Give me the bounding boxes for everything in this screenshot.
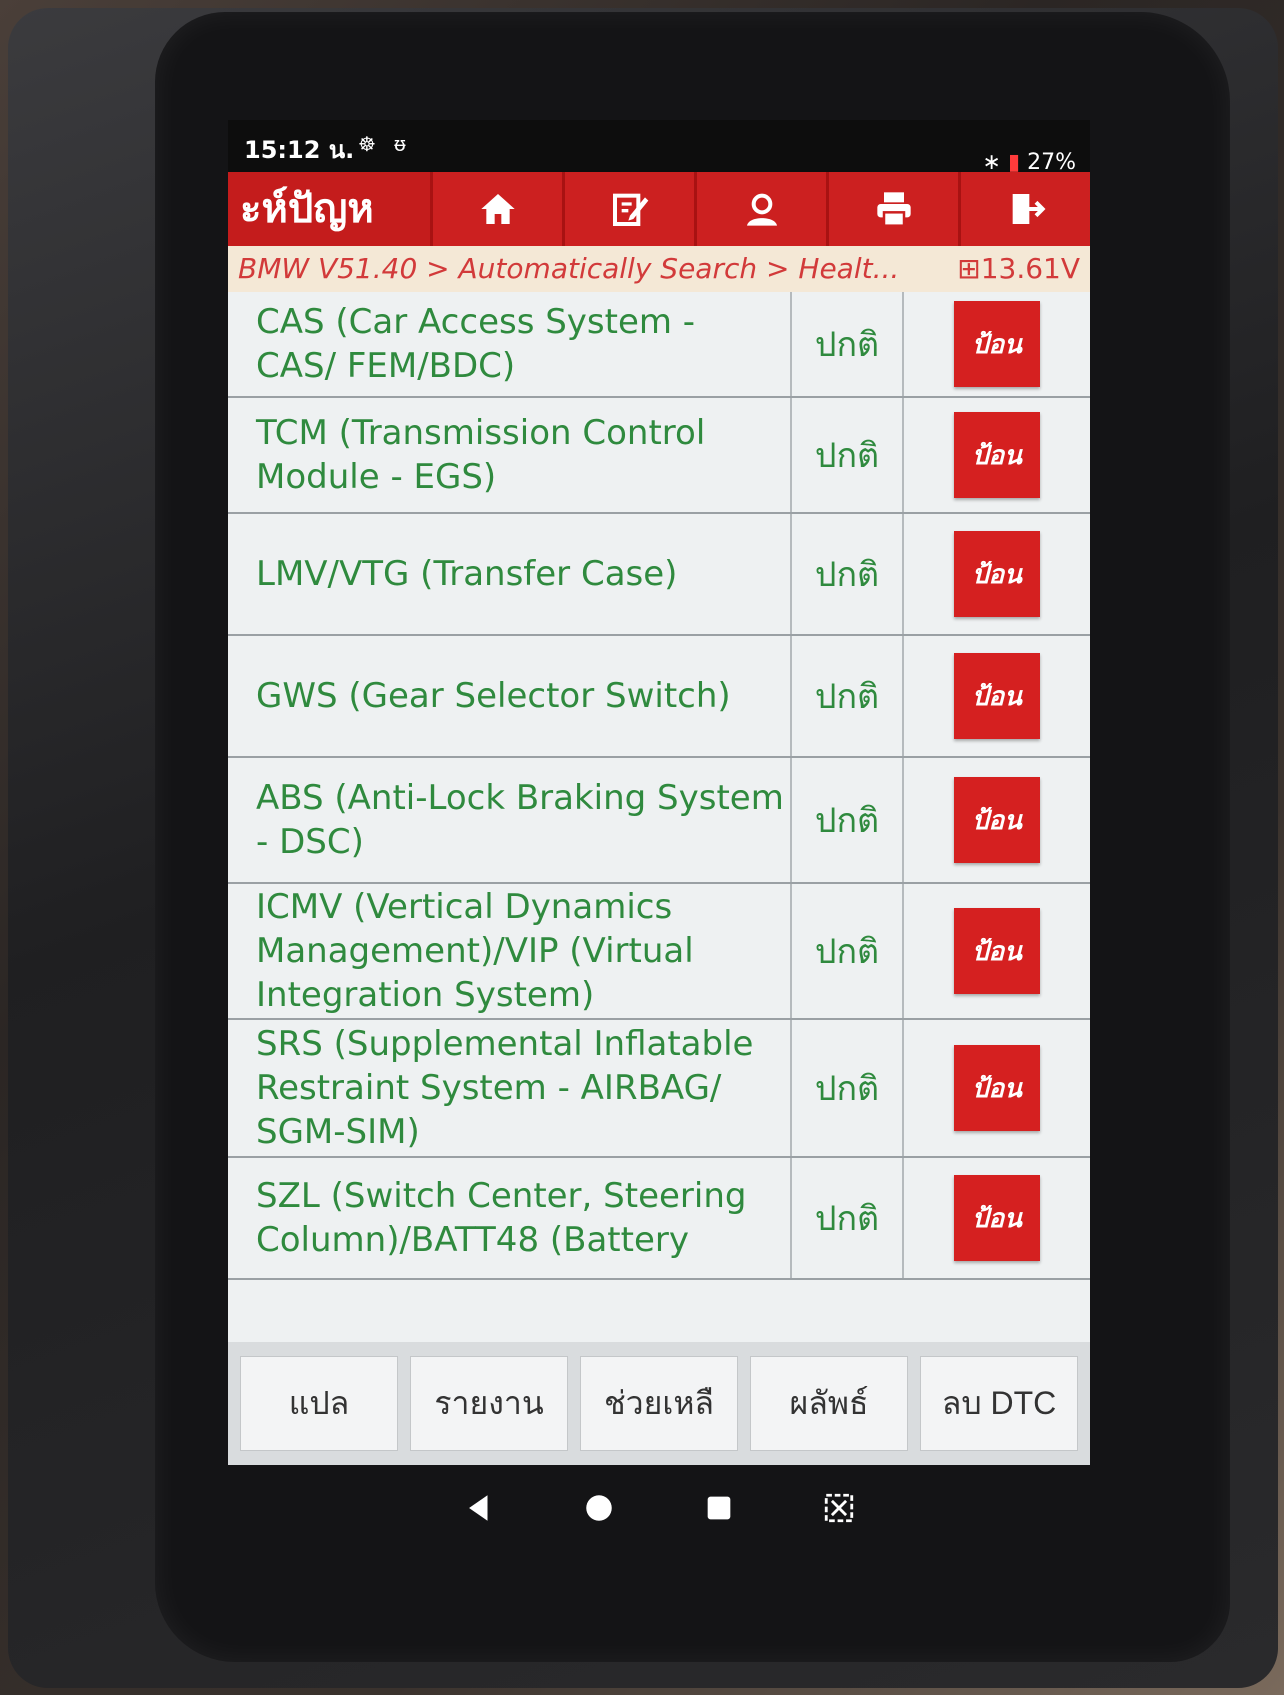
status-time: 15:12 น.	[244, 136, 355, 164]
enter-button[interactable]: ป้อน	[954, 531, 1040, 617]
recents-button[interactable]	[699, 1488, 739, 1528]
system-status: ปกติ	[792, 514, 904, 634]
edit-note-button[interactable]	[562, 172, 694, 246]
system-status: ปกติ	[792, 1020, 904, 1156]
enter-button[interactable]: ป้อน	[954, 412, 1040, 498]
list-item: LMV/VTG (Transfer Case) ปกติ ป้อน	[228, 514, 1090, 636]
header-title: ะห์ปัญห	[240, 186, 374, 232]
device-screen: 15:12 น. ☸ ᵿ ∗ ▮ 27% ะห์ปัญห BMW V51.40 …	[228, 120, 1090, 1465]
back-button[interactable]	[459, 1488, 499, 1528]
system-status: ปกติ	[792, 758, 904, 882]
list-item: GWS (Gear Selector Switch) ปกติ ป้อน	[228, 636, 1090, 758]
home-icon	[480, 194, 515, 224]
system-name: SZL (Switch Center, Steering Column)/BAT…	[228, 1158, 792, 1278]
list-item: SZL (Switch Center, Steering Column)/BAT…	[228, 1158, 1090, 1280]
home-nav-button[interactable]	[579, 1488, 619, 1528]
home-circle-icon	[586, 1495, 612, 1521]
exit-icon	[1012, 194, 1045, 224]
screenshot-button[interactable]	[819, 1488, 859, 1528]
screenshot-icon	[824, 1493, 854, 1523]
system-name: LMV/VTG (Transfer Case)	[228, 514, 792, 634]
breadcrumb: BMW V51.40 > Automatically Search > Heal…	[228, 246, 1090, 292]
android-nav-bar	[228, 1468, 1090, 1548]
recents-icon	[707, 1496, 731, 1520]
app-header: ะห์ปัญห	[228, 172, 1090, 246]
system-name: GWS (Gear Selector Switch)	[228, 636, 792, 756]
user-support-button[interactable]	[694, 172, 826, 246]
system-name: TCM (Transmission Control Module - EGS)	[228, 398, 792, 512]
report-button[interactable]: รายงาน	[410, 1356, 568, 1451]
system-status: ปกติ	[792, 398, 904, 512]
enter-button[interactable]: ป้อน	[954, 653, 1040, 739]
list-item: ICMV (Vertical Dynamics Management)/VIP …	[228, 884, 1090, 1020]
list-item: ABS (Anti-Lock Braking System - DSC) ปกต…	[228, 758, 1090, 884]
status-bar: 15:12 น. ☸ ᵿ ∗ ▮ 27%	[228, 120, 1090, 176]
back-icon	[469, 1495, 488, 1521]
enter-button[interactable]: ป้อน	[954, 1045, 1040, 1131]
exit-button[interactable]	[958, 172, 1090, 246]
system-status: ปกติ	[792, 292, 904, 396]
system-name: ABS (Anti-Lock Braking System - DSC)	[228, 758, 792, 882]
voltage-value: 13.61V	[980, 252, 1080, 285]
print-button[interactable]	[826, 172, 958, 246]
voltage-readout: ⊞13.61V	[957, 246, 1080, 292]
user-support-icon	[746, 193, 777, 226]
printer-icon	[876, 192, 911, 227]
list-item: SRS (Supplemental Inflatable Restraint S…	[228, 1020, 1090, 1158]
system-name: CAS (Car Access System - CAS/ FEM/BDC)	[228, 292, 792, 396]
list-item: TCM (Transmission Control Module - EGS) …	[228, 398, 1090, 514]
system-list[interactable]: CAS (Car Access System - CAS/ FEM/BDC) ป…	[228, 292, 1090, 1342]
bottom-toolbar: แปล รายงาน ช่วยเหลื ผลัพธ์ ลบ DTC	[228, 1342, 1090, 1465]
translate-button[interactable]: แปล	[240, 1356, 398, 1451]
system-status: ปกติ	[792, 884, 904, 1018]
result-button[interactable]: ผลัพธ์	[750, 1356, 908, 1451]
breadcrumb-path: BMW V51.40 > Automatically Search > Heal…	[238, 252, 900, 285]
home-button[interactable]	[430, 172, 562, 246]
status-notification-icons: ☸ ᵿ	[358, 132, 412, 156]
edit-note-icon	[612, 193, 648, 226]
list-item: CAS (Car Access System - CAS/ FEM/BDC) ป…	[228, 292, 1090, 398]
enter-button[interactable]: ป้อน	[954, 301, 1040, 387]
system-status: ปกติ	[792, 636, 904, 756]
help-button[interactable]: ช่วยเหลื	[580, 1356, 738, 1451]
system-name: ICMV (Vertical Dynamics Management)/VIP …	[228, 884, 792, 1018]
clear-dtc-button[interactable]: ลบ DTC	[920, 1356, 1078, 1451]
system-status: ปกติ	[792, 1158, 904, 1278]
system-name: SRS (Supplemental Inflatable Restraint S…	[228, 1020, 792, 1156]
battery-voltage-icon: ⊞	[957, 252, 981, 285]
enter-button[interactable]: ป้อน	[954, 908, 1040, 994]
enter-button[interactable]: ป้อน	[954, 777, 1040, 863]
enter-button[interactable]: ป้อน	[954, 1175, 1040, 1261]
